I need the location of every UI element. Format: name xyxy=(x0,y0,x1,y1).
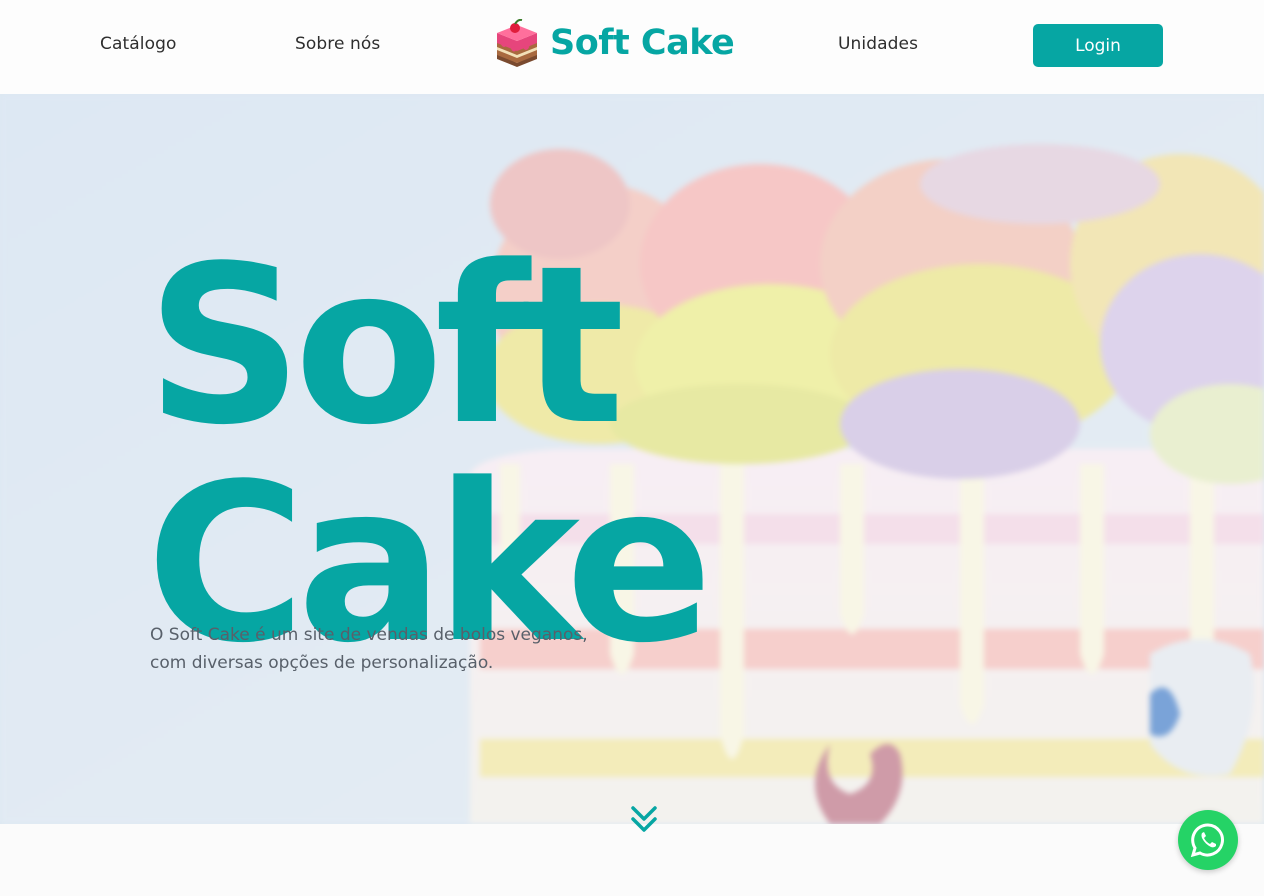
hero-section: Soft Cake O Soft Cake é um site de venda… xyxy=(0,94,1264,824)
hero-description-line1: O Soft Cake é um site de vendas de bolos… xyxy=(150,625,588,645)
login-button[interactable]: Login xyxy=(1033,24,1163,67)
brand-name: Soft Cake xyxy=(550,22,735,63)
hero-description-line2: com diversas opções de personalização. xyxy=(150,653,494,673)
nav-link-catalogo[interactable]: Catálogo xyxy=(100,34,177,54)
whatsapp-icon xyxy=(1190,823,1224,858)
double-chevron-down-icon xyxy=(631,806,657,832)
nav-link-sobre-nos[interactable]: Sobre nós xyxy=(295,34,380,54)
whatsapp-button[interactable] xyxy=(1178,810,1238,870)
scroll-down-button[interactable] xyxy=(630,804,658,836)
hero-title-line1: Soft xyxy=(146,220,625,473)
brand-logo[interactable]: Soft Cake xyxy=(494,18,735,68)
top-navbar: Catálogo Sobre nós Soft Cake Unidades Lo… xyxy=(0,0,1264,94)
hero-description: O Soft Cake é um site de vendas de bolos… xyxy=(150,621,630,677)
cake-icon xyxy=(497,19,537,67)
nav-link-unidades[interactable]: Unidades xyxy=(838,34,918,54)
